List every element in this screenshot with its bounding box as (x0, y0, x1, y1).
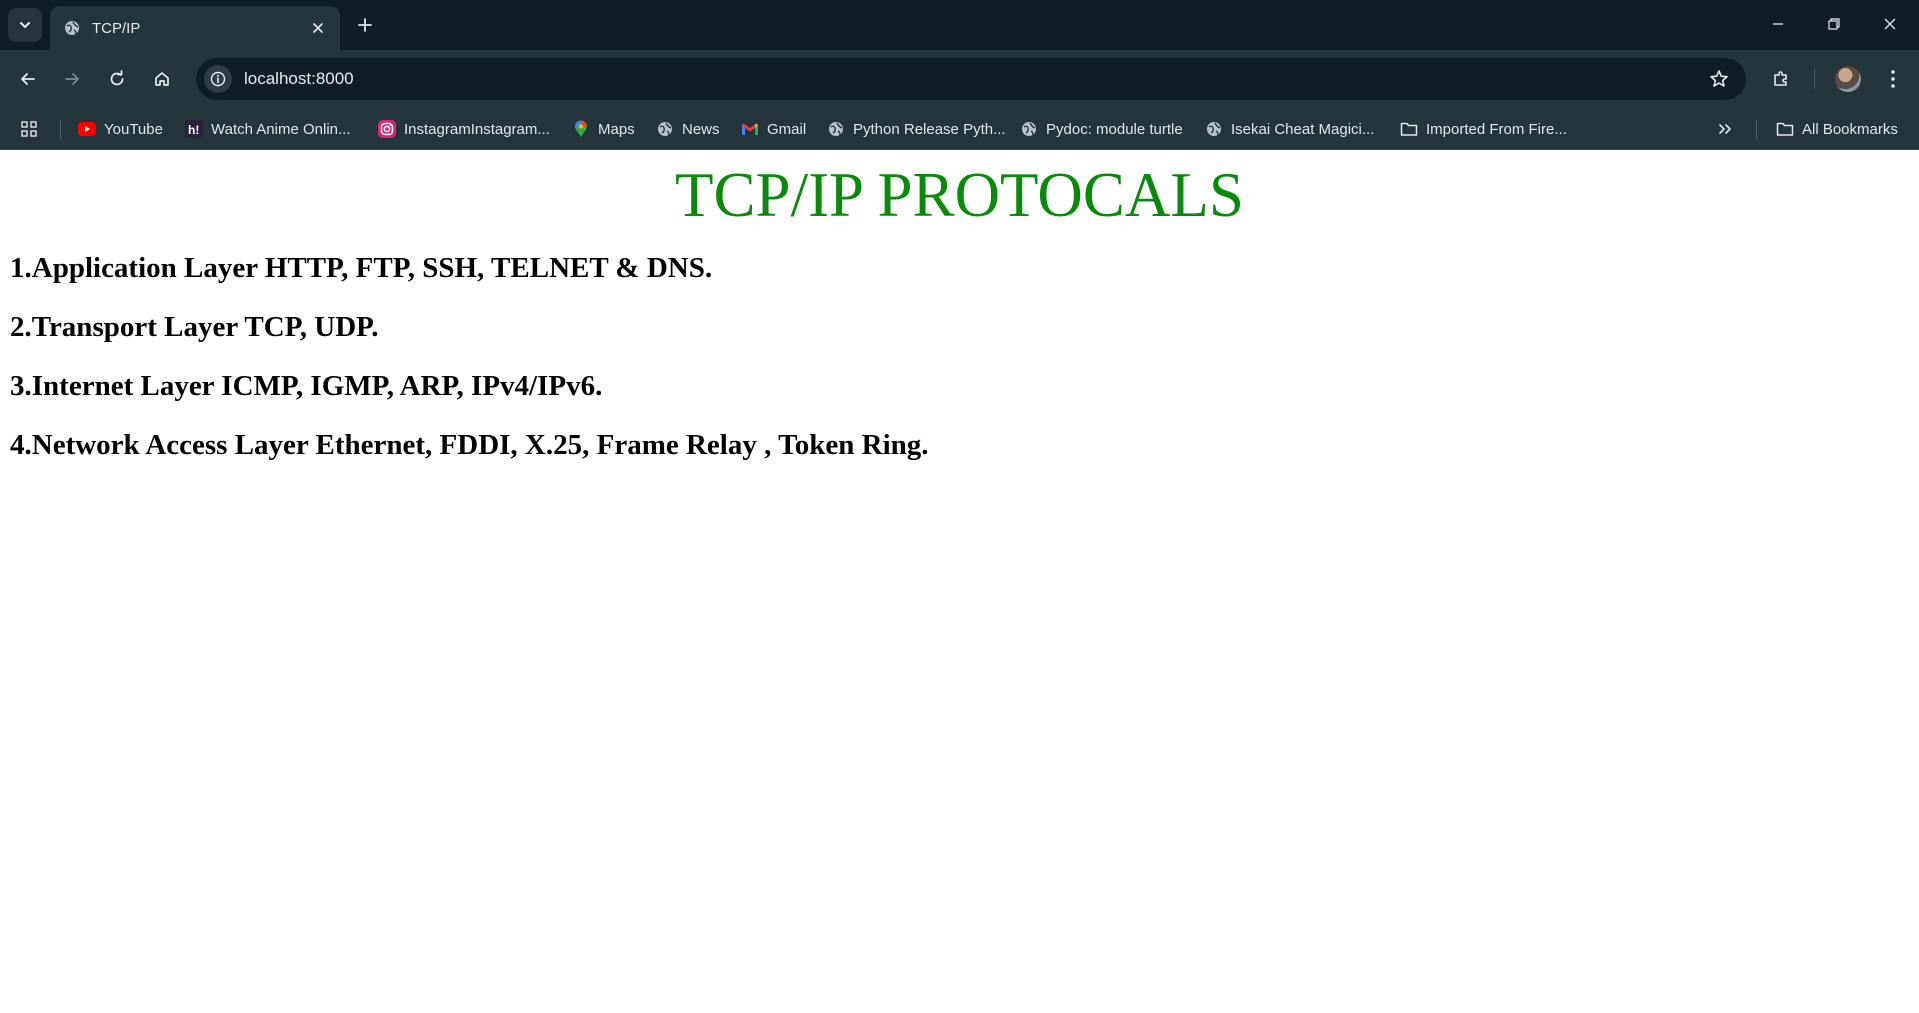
menu-button[interactable] (1875, 62, 1911, 96)
bookmarks-divider (60, 120, 61, 140)
bookmark-news[interactable]: News (656, 115, 720, 143)
browser-toolbar: localhost:8000 (0, 50, 1919, 108)
bookmark-label: News (682, 120, 720, 138)
protocol-layer-item: 3.Internet Layer ICMP, IGMP, ARP, IPv4/I… (10, 370, 603, 402)
more-bookmarks-button[interactable] (1717, 115, 1733, 143)
home-icon (155, 72, 169, 86)
reload-button[interactable] (99, 62, 135, 96)
bookmark-label: InstagramInstagram... (404, 120, 550, 138)
arrow-left-icon (21, 73, 35, 85)
bookmark-label: Python Release Pyth... (853, 120, 1006, 138)
bookmark-label: Maps (598, 120, 635, 138)
bookmark-label: Watch Anime Onlin... (211, 120, 351, 138)
avatar (1835, 66, 1861, 92)
globe-icon (62, 18, 82, 38)
protocol-layer-item: 2.Transport Layer TCP, UDP. (10, 311, 379, 343)
plus-icon (358, 18, 372, 32)
all-bookmarks-label: All Bookmarks (1802, 120, 1898, 138)
bookmarks-bar: YouTube h! Watch Anime Onlin... Instagra… (0, 108, 1919, 150)
profile-button[interactable] (1830, 62, 1866, 96)
page-title: TCP/IP PROTOCALS (675, 160, 1244, 230)
chevron-double-right-icon (1719, 124, 1731, 134)
bookmark-youtube[interactable]: YouTube (78, 115, 163, 143)
browser-title-bar: TCP/IP (0, 0, 1919, 50)
active-tab[interactable]: TCP/IP (50, 6, 340, 50)
bookmark-label: Imported From Fire... (1426, 120, 1567, 138)
tab-title: TCP/IP (92, 19, 141, 37)
bookmark-gmail[interactable]: Gmail (741, 115, 806, 143)
hianime-icon: h! (185, 120, 203, 138)
restore-button[interactable] (1811, 6, 1857, 42)
svg-text:h!: h! (188, 123, 199, 137)
bookmark-maps[interactable]: Maps (572, 115, 635, 143)
site-info-button[interactable] (204, 65, 232, 93)
protocol-layer-item: 4.Network Access Layer Ethernet, FDDI, X… (10, 429, 929, 461)
info-icon (210, 71, 226, 87)
toolbar-divider (1814, 69, 1815, 89)
bookmark-label: Gmail (767, 120, 807, 138)
folder-icon (1776, 120, 1794, 138)
minimize-icon (1773, 23, 1783, 25)
reload-icon (110, 70, 124, 86)
bookmark-watch-anime[interactable]: h! Watch Anime Onlin... (185, 115, 351, 143)
bookmark-instagram[interactable]: InstagramInstagram... (378, 115, 550, 143)
close-tab-button[interactable] (304, 14, 332, 42)
gmail-icon (741, 120, 759, 138)
close-icon (313, 23, 323, 33)
home-button[interactable] (144, 62, 180, 96)
star-icon (1710, 70, 1728, 87)
close-icon (1884, 18, 1896, 30)
chevron-down-icon (20, 22, 30, 28)
back-button[interactable] (10, 62, 46, 96)
bookmark-imported-folder[interactable]: Imported From Fire... (1400, 115, 1567, 143)
apps-button[interactable] (20, 115, 38, 143)
globe-icon (1205, 120, 1223, 138)
bookmark-label: YouTube (104, 120, 163, 138)
youtube-icon (78, 120, 96, 138)
more-vertical-icon (1891, 70, 1895, 88)
bookmark-python-release[interactable]: Python Release Pyth... (827, 115, 1006, 143)
puzzle-icon (1774, 71, 1787, 86)
arrow-right-icon (65, 73, 79, 85)
globe-icon (827, 120, 845, 138)
globe-icon (1020, 120, 1038, 138)
url-text[interactable]: localhost:8000 (244, 69, 1702, 89)
address-bar[interactable]: localhost:8000 (196, 58, 1746, 100)
new-tab-button[interactable] (350, 10, 380, 40)
forward-button[interactable] (54, 62, 90, 96)
apps-grid-icon (21, 121, 37, 137)
page-content: TCP/IP PROTOCALS 1.Application Layer HTT… (0, 151, 1919, 1013)
minimize-button[interactable] (1755, 6, 1801, 42)
bookmarks-divider (1756, 120, 1757, 140)
instagram-icon (378, 120, 396, 138)
bookmark-label: Pydoc: module turtle (1046, 120, 1183, 138)
globe-icon (656, 120, 674, 138)
protocol-layer-item: 1.Application Layer HTTP, FTP, SSH, TELN… (10, 252, 713, 284)
tab-search-button[interactable] (8, 8, 42, 42)
bookmark-star-button[interactable] (1702, 62, 1736, 96)
extensions-button[interactable] (1763, 62, 1799, 96)
bookmark-label: Isekai Cheat Magici... (1231, 120, 1375, 138)
bookmark-isekai-cheat[interactable]: Isekai Cheat Magici... (1205, 115, 1374, 143)
restore-icon (1828, 18, 1840, 30)
close-window-button[interactable] (1867, 6, 1913, 42)
folder-icon (1400, 120, 1418, 138)
bookmark-pydoc-turtle[interactable]: Pydoc: module turtle (1020, 115, 1183, 143)
all-bookmarks-button[interactable]: All Bookmarks (1776, 115, 1898, 143)
maps-icon (572, 120, 590, 138)
